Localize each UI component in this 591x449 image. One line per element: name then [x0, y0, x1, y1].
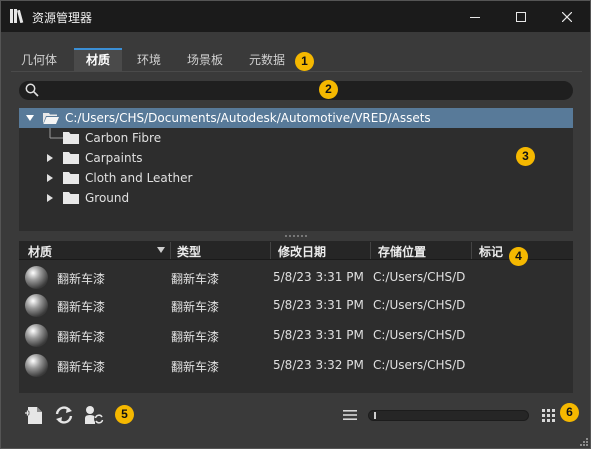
- cell-modified: 5/8/23 3:32 PM: [273, 358, 364, 372]
- cell-location: C:/Users/CHS/D: [373, 328, 466, 342]
- column-separator[interactable]: [370, 242, 371, 259]
- tree-item-ground[interactable]: Ground: [19, 188, 573, 208]
- cell-type: 翻新车漆: [171, 300, 220, 314]
- material-sphere-icon: [25, 294, 48, 317]
- folder-icon: [63, 152, 79, 164]
- resize-grip-icon[interactable]: [577, 435, 589, 447]
- window-title: 资源管理器: [32, 11, 93, 25]
- collapsed-arrow-icon[interactable]: [45, 173, 55, 183]
- callout-1: 1: [295, 52, 314, 71]
- tree-root-label: C:/Users/CHS/Documents/Autodesk/Automoti…: [65, 111, 431, 125]
- library-books-icon: [10, 9, 24, 23]
- callout-6: 6: [560, 403, 579, 422]
- tab-geometry[interactable]: 几何体: [11, 48, 67, 72]
- tree-item-cloth-and-leather[interactable]: Cloth and Leather: [19, 168, 573, 188]
- cell-modified: 5/8/23 3:31 PM: [273, 298, 364, 312]
- list-header: 材质 类型 修改日期 存储位置 标记: [19, 241, 573, 260]
- column-header-modified[interactable]: 修改日期: [278, 243, 326, 260]
- tree-root-folder[interactable]: C:/Users/CHS/Documents/Autodesk/Automoti…: [19, 108, 573, 128]
- new-asset-icon[interactable]: [24, 404, 46, 426]
- expanded-arrow-icon[interactable]: [25, 113, 35, 123]
- folder-open-icon: [43, 113, 59, 124]
- folder-tree: C:/Users/CHS/Documents/Autodesk/Automoti…: [19, 108, 573, 231]
- column-header-tag[interactable]: 标记: [479, 243, 503, 260]
- search-icon: [25, 83, 39, 97]
- callout-5: 5: [115, 405, 134, 424]
- tab-materials[interactable]: 材质: [74, 48, 122, 72]
- cell-location: C:/Users/CHS/D: [373, 298, 466, 312]
- column-separator[interactable]: [270, 242, 271, 259]
- search-bar[interactable]: [19, 81, 573, 100]
- cell-location: C:/Users/CHS/D: [373, 358, 466, 372]
- tab-metadata[interactable]: 元数据: [241, 48, 293, 72]
- tree-item-label: Cloth and Leather: [85, 171, 193, 185]
- slider-handle[interactable]: [374, 412, 376, 419]
- cell-type: 翻新车漆: [171, 272, 220, 286]
- cell-modified: 5/8/23 3:31 PM: [273, 270, 364, 284]
- maximize-icon: [516, 11, 526, 22]
- list-item[interactable]: 翻新车漆 翻新车漆 5/8/23 3:31 PM C:/Users/CHS/D: [19, 319, 573, 352]
- cell-material: 翻新车漆: [57, 272, 106, 286]
- list-item[interactable]: 翻新车漆 翻新车漆 5/8/23 3:32 PM C:/Users/CHS/D: [19, 349, 573, 382]
- column-separator[interactable]: [170, 242, 171, 259]
- tab-environment[interactable]: 环境: [129, 48, 169, 72]
- refresh-icon[interactable]: [53, 404, 75, 426]
- column-header-location[interactable]: 存储位置: [378, 243, 426, 260]
- list-view-icon[interactable]: [343, 409, 357, 421]
- cell-type: 翻新车漆: [171, 360, 220, 374]
- cell-material: 翻新车漆: [57, 330, 106, 344]
- tab-sceneplate[interactable]: 场景板: [179, 48, 231, 72]
- asset-manager-window: 资源管理器 几何体 材质 环境 场景板 元数据 C:/Users/CHS/Doc…: [0, 0, 591, 449]
- collapsed-arrow-icon[interactable]: [45, 153, 55, 163]
- minimize-icon: [470, 16, 480, 18]
- material-sphere-icon: [25, 324, 48, 347]
- cell-material: 翻新车漆: [57, 300, 106, 314]
- cell-type: 翻新车漆: [171, 330, 220, 344]
- list-item[interactable]: 翻新车漆 翻新车漆 5/8/23 3:31 PM C:/Users/CHS/D: [19, 289, 573, 322]
- title-bar[interactable]: 资源管理器: [1, 1, 590, 32]
- material-sphere-icon: [25, 266, 48, 289]
- tree-item-label: Carpaints: [85, 151, 143, 165]
- column-header-type[interactable]: 类型: [177, 243, 201, 260]
- search-input[interactable]: [45, 83, 545, 98]
- minimize-button[interactable]: [452, 1, 498, 32]
- cell-material: 翻新车漆: [57, 360, 106, 374]
- thumbnail-size-slider[interactable]: [368, 410, 529, 421]
- sync-assets-icon[interactable]: [83, 404, 105, 426]
- column-separator[interactable]: [471, 242, 472, 259]
- cell-location: C:/Users/CHS/D: [373, 270, 466, 284]
- close-icon: [562, 11, 572, 22]
- folder-icon: [63, 132, 79, 144]
- maximize-button[interactable]: [498, 1, 544, 32]
- callout-2: 2: [319, 80, 338, 99]
- asset-list: 材质 类型 修改日期 存储位置 标记 翻新车漆 翻新车漆 5/8/23 3:31…: [19, 241, 573, 393]
- column-header-material[interactable]: 材质: [28, 243, 52, 260]
- callout-3: 3: [516, 147, 535, 166]
- tree-item-label: Carbon Fibre: [85, 131, 162, 145]
- cell-modified: 5/8/23 3:31 PM: [273, 328, 364, 342]
- tree-item-carpaints[interactable]: Carpaints: [19, 148, 573, 168]
- tree-item-carbon-fibre[interactable]: Carbon Fibre: [19, 128, 573, 148]
- sort-descending-icon[interactable]: [157, 247, 165, 253]
- collapsed-arrow-icon[interactable]: [45, 193, 55, 203]
- tab-divider: [11, 71, 582, 72]
- panel-splitter[interactable]: [285, 235, 307, 238]
- folder-icon: [63, 172, 79, 184]
- tree-item-label: Ground: [85, 191, 130, 205]
- material-sphere-icon: [25, 354, 48, 377]
- close-button[interactable]: [544, 1, 590, 32]
- folder-icon: [63, 192, 79, 204]
- callout-4: 4: [509, 247, 528, 266]
- grid-view-icon[interactable]: [542, 409, 555, 422]
